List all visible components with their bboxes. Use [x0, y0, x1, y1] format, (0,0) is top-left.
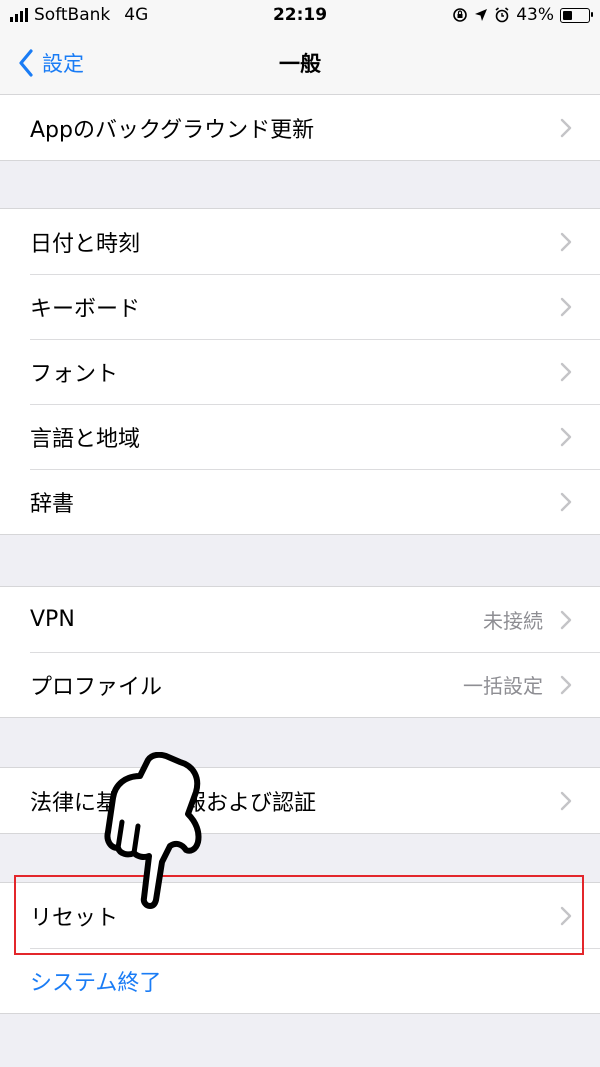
chevron-right-icon [560, 232, 572, 252]
list-item-date-time[interactable]: 日付と時刻 [0, 209, 600, 274]
chevron-right-icon [560, 362, 572, 382]
battery-fill [563, 10, 572, 20]
alarm-icon [495, 7, 509, 23]
list-item-dictionary[interactable]: 辞書 [0, 469, 600, 534]
list-item-label: キーボード [30, 296, 141, 322]
list-item-background-app-refresh[interactable]: Appのバックグラウンド更新 [0, 95, 600, 160]
navigation-bar: 設定 一般 [0, 32, 600, 95]
battery-icon [560, 7, 593, 23]
list-item-label: プロファイル [30, 674, 163, 700]
list-item-label: 言語と地域 [30, 426, 141, 452]
list-item-label: Appのバックグラウンド更新 [30, 117, 315, 143]
list-item-vpn[interactable]: VPN 未接続 [0, 587, 600, 652]
shutdown-button[interactable]: システム終了 [0, 948, 600, 1013]
chevron-right-icon [560, 791, 572, 811]
list-item-language-region[interactable]: 言語と地域 [0, 404, 600, 469]
settings-group-network: VPN 未接続 プロファイル 一括設定 [0, 586, 600, 718]
list-item-label: 日付と時刻 [30, 231, 141, 257]
chevron-right-icon [560, 427, 572, 447]
page-title: 一般 [279, 52, 321, 76]
list-item-keyboard[interactable]: キーボード [0, 274, 600, 339]
shutdown-label: システム終了 [30, 970, 162, 996]
profile-value: 一括設定 [463, 674, 543, 698]
list-item-fonts[interactable]: フォント [0, 339, 600, 404]
list-item-profile[interactable]: プロファイル 一括設定 [0, 652, 600, 717]
settings-group-app: Appのバックグラウンド更新 [0, 94, 600, 161]
chevron-right-icon [560, 492, 572, 512]
settings-group-locale: 日付と時刻 キーボード フォント 言語と地域 辞書 [0, 208, 600, 535]
chevron-right-icon [560, 297, 572, 317]
list-item-label: VPN [30, 607, 75, 632]
list-item-label: 辞書 [30, 491, 75, 517]
orientation-lock-icon [453, 8, 468, 22]
chevron-right-icon [560, 675, 572, 695]
list-item-label: フォント [30, 361, 119, 387]
pointing-hand-icon [104, 752, 202, 909]
status-bar: SoftBank 4G 22:19 43% [0, 0, 600, 32]
battery-percentage: 43% [516, 5, 554, 25]
chevron-right-icon [560, 610, 572, 630]
location-arrow-icon [475, 9, 488, 21]
settings-group-legal: 法律に基づく情報および認証 [0, 767, 600, 834]
vpn-status-value: 未接続 [483, 609, 543, 633]
chevron-right-icon [560, 118, 572, 138]
list-item-legal-regulatory[interactable]: 法律に基づく情報および認証 [0, 768, 600, 833]
highlight-box [14, 875, 584, 955]
